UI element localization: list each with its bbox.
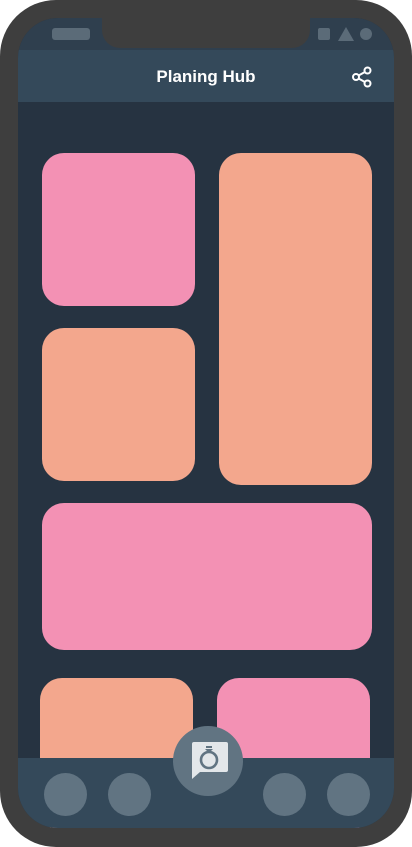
status-time-placeholder [52, 28, 90, 40]
share-button[interactable] [351, 66, 373, 88]
share-icon [352, 66, 372, 88]
tile-2[interactable] [219, 153, 372, 485]
tile-4[interactable] [42, 503, 372, 650]
tile-1[interactable] [42, 153, 195, 306]
nav-item-1[interactable] [44, 773, 87, 816]
nav-item-3[interactable] [263, 773, 306, 816]
wifi-icon [360, 28, 372, 40]
ring-chat-icon [192, 742, 228, 779]
signal-icon [338, 27, 354, 41]
battery-icon [318, 28, 330, 40]
phone-device: Planing Hub [0, 0, 412, 847]
tile-3[interactable] [42, 328, 195, 481]
center-action-button[interactable] [173, 726, 243, 796]
app-bar: Planing Hub [18, 50, 394, 102]
phone-screen: Planing Hub [18, 18, 394, 828]
notch [102, 18, 310, 48]
nav-item-2[interactable] [108, 773, 151, 816]
nav-item-4[interactable] [327, 773, 370, 816]
page-title: Planing Hub [156, 67, 256, 86]
